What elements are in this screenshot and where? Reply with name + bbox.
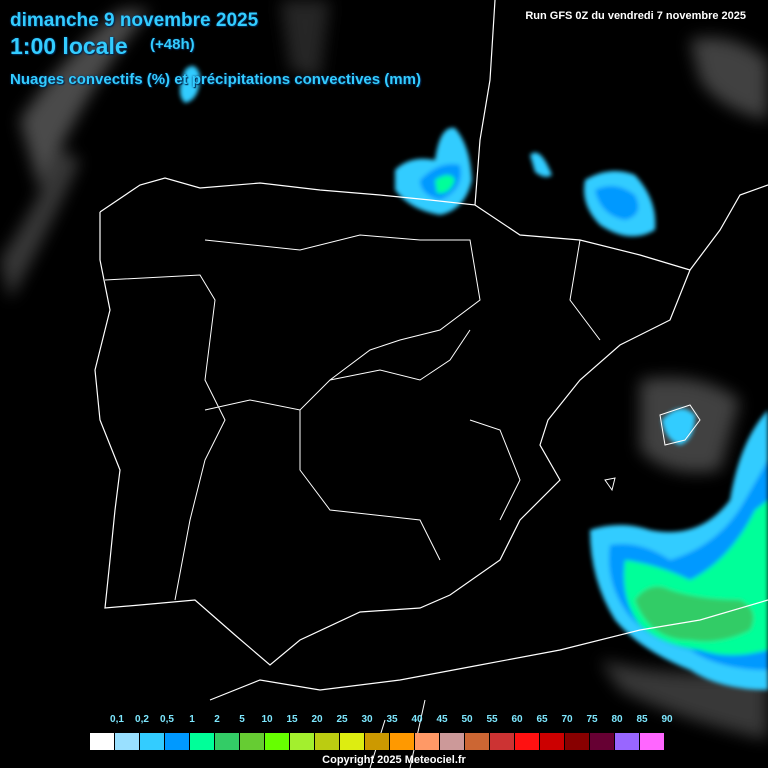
legend-swatch: [540, 733, 565, 750]
parameter-title: Nuages convectifs (%) et précipitations …: [10, 71, 421, 88]
legend-label: 0,5: [160, 714, 174, 725]
legend-label: 75: [586, 714, 598, 725]
color-legend: [90, 733, 665, 750]
legend-swatch: [440, 733, 465, 750]
legend-label: 10: [261, 714, 273, 725]
legend-swatch: [490, 733, 515, 750]
legend-swatch: [290, 733, 315, 750]
legend-swatch: [565, 733, 590, 750]
legend-swatch: [140, 733, 165, 750]
legend-swatch: [115, 733, 140, 750]
model-run-label: Run GFS 0Z du vendredi 7 novembre 2025: [525, 10, 746, 22]
legend-swatch: [365, 733, 390, 750]
legend-label: 45: [436, 714, 448, 725]
forecast-lead-time: (+48h): [150, 36, 195, 53]
legend-label: 40: [411, 714, 423, 725]
legend-swatch: [240, 733, 265, 750]
legend-label: 5: [239, 714, 245, 725]
legend-swatch: [190, 733, 215, 750]
weather-map: dimanche 9 novembre 2025 1:00 locale (+4…: [0, 0, 768, 768]
legend-label: 35: [386, 714, 398, 725]
legend-swatch: [590, 733, 615, 750]
legend-swatch: [640, 733, 665, 750]
copyright: Copyright 2025 Meteociel.fr: [322, 754, 466, 766]
legend-swatch: [90, 733, 115, 750]
legend-label: 60: [511, 714, 523, 725]
legend-label: 85: [636, 714, 648, 725]
legend-label: 2: [214, 714, 220, 725]
legend-swatch: [465, 733, 490, 750]
legend-swatch: [265, 733, 290, 750]
legend-swatch: [215, 733, 240, 750]
forecast-time: 1:00 locale: [10, 33, 128, 59]
legend-swatch: [390, 733, 415, 750]
forecast-date: dimanche 9 novembre 2025: [10, 10, 259, 31]
legend-label: 70: [561, 714, 573, 725]
legend-label: 15: [286, 714, 298, 725]
legend-swatch: [415, 733, 440, 750]
legend-label: 30: [361, 714, 373, 725]
legend-label: 20: [311, 714, 323, 725]
legend-label: 65: [536, 714, 548, 725]
legend-label: 1: [189, 714, 195, 725]
legend-swatch: [340, 733, 365, 750]
legend-swatch: [315, 733, 340, 750]
legend-label: 25: [336, 714, 348, 725]
legend-label: 50: [461, 714, 473, 725]
legend-label: 90: [661, 714, 673, 725]
legend-swatch: [615, 733, 640, 750]
legend-swatch: [515, 733, 540, 750]
legend-label: 55: [486, 714, 498, 725]
legend-label: 0,1: [110, 714, 124, 725]
map-canvas: [0, 0, 768, 768]
legend-label: 80: [611, 714, 623, 725]
legend-swatch: [165, 733, 190, 750]
legend-label: 0,2: [135, 714, 149, 725]
